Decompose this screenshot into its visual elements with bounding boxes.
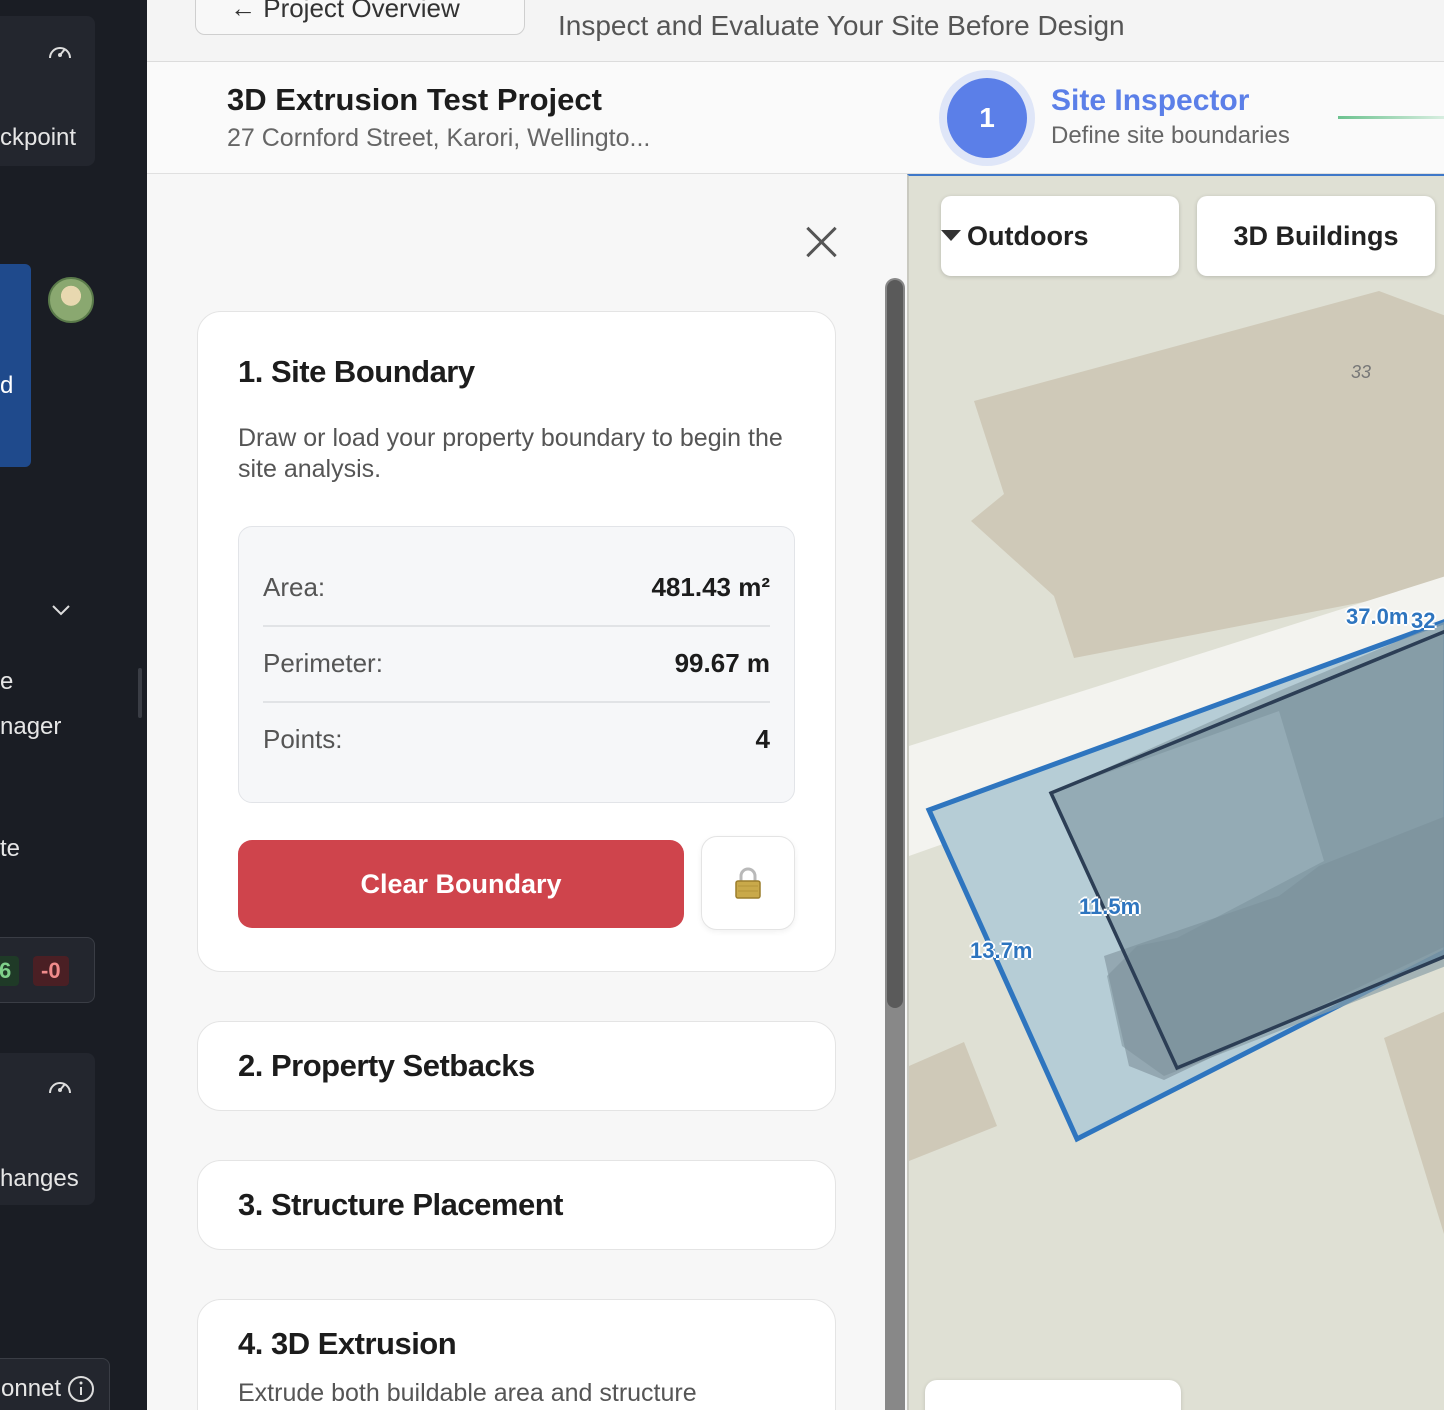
diff-card[interactable]: 6 -0 [0,937,95,1003]
site-boundary-section: 1. Site Boundary Draw or load your prope… [197,311,836,972]
dimension-label: 32 [1411,608,1436,633]
step-subtitle: Define site boundaries [1051,122,1290,149]
close-icon[interactable] [803,224,839,260]
stat-points-value: 4 [755,723,770,754]
building-footprint [909,1042,997,1161]
structure-placement-section[interactable]: 3. Structure Placement [197,1160,836,1250]
map-style-select[interactable]: Outdoors [941,196,1179,276]
extrusion-description: Extrude both buildable area and structur… [238,1379,697,1407]
checkpoint-label: ckpoint [0,124,77,151]
map-bottom-control[interactable] [925,1380,1181,1410]
property-setbacks-section[interactable]: 2. Property Setbacks [197,1021,836,1111]
checkpoint-card[interactable]: ckpoint [0,16,95,166]
3d-buildings-label: 3D Buildings [1233,220,1399,251]
back-to-overview-button[interactable]: ← Project Overview [195,0,525,35]
sidebar-resize-handle[interactable] [138,668,142,718]
page-header: ← Project Overview Inspect and Evaluate … [147,0,1444,62]
sidebar-item-te[interactable]: te [0,835,20,863]
added-count-badge: 6 [0,956,20,986]
page-subtitle: Inspect and Evaluate Your Site Before De… [558,10,1125,41]
lock-icon [735,867,761,899]
chevron-down-icon[interactable] [50,602,72,618]
stat-points: Points: 4 [263,701,770,777]
dimension-label: 13.7m [970,938,1033,963]
map-view[interactable]: 33 37.0m 32 11.5m 13.7m Outdoors 3D Buil… [907,174,1444,1410]
property-setbacks-title[interactable]: 2. Property Setbacks [238,1048,535,1084]
caret-down-icon [941,230,961,241]
stat-area-value: 481.43 m² [651,571,770,602]
active-chat-label: d [0,372,14,399]
stat-area: Area: 481.43 m² [263,549,770,625]
sidebar-item-manager[interactable]: nager [0,713,61,741]
changes-label: hanges [0,1165,79,1192]
project-bar: 3D Extrusion Test Project 27 Cornford St… [147,62,1444,174]
info-icon[interactable] [67,1375,95,1403]
dimension-label: 11.5m [1079,894,1141,919]
clear-boundary-button[interactable]: Clear Boundary [238,840,684,928]
app-sidebar: ckpoint d e nager te 6 -0 hanges onnet [0,0,147,1410]
stat-area-label: Area: [263,571,326,602]
stat-perimeter: Perimeter: 99.67 m [263,625,770,701]
site-boundary-description: Draw or load your property boundary to b… [238,424,783,483]
step-number[interactable]: 1 [947,78,1027,158]
model-selector[interactable]: onnet [0,1358,110,1410]
step-progress-line [1338,116,1444,119]
extrusion-section[interactable]: 4. 3D Extrusion Extrude both buildable a… [197,1299,836,1410]
extrusion-title[interactable]: 4. 3D Extrusion [238,1326,457,1362]
user-avatar[interactable] [48,277,94,323]
removed-count-badge: -0 [33,956,69,986]
map-style-label: Outdoors [967,220,1089,251]
stat-perimeter-value: 99.67 m [674,647,770,678]
project-title: 3D Extrusion Test Project [227,82,602,117]
stat-points-label: Points: [263,723,343,754]
model-label: onnet [1,1375,62,1402]
site-boundary-title[interactable]: 1. Site Boundary [238,354,475,390]
stat-perimeter-label: Perimeter: [263,647,383,678]
gauge-icon [49,47,71,59]
boundary-stats: Area: 481.43 m² Perimeter: 99.67 m Point… [238,526,795,803]
sidebar-item-e[interactable]: e [0,668,13,696]
changes-card[interactable]: hanges [0,1053,95,1205]
gauge-icon [49,1082,71,1094]
dimension-label: 37.0m [1346,604,1409,629]
3d-buildings-toggle[interactable]: 3D Buildings [1197,196,1435,276]
building-footprint [1384,1011,1444,1234]
project-address: 27 Cornford Street, Karori, Wellingto... [227,124,651,152]
lock-boundary-button[interactable] [701,836,795,930]
step-title[interactable]: Site Inspector [1051,84,1249,118]
site-inspector-panel: 1. Site Boundary Draw or load your prope… [147,174,907,1410]
structure-placement-title[interactable]: 3. Structure Placement [238,1187,563,1223]
active-chat-card[interactable]: d [0,264,31,467]
panel-scrollbar-thumb[interactable] [887,280,903,1008]
lot-number-label: 33 [1351,362,1372,382]
